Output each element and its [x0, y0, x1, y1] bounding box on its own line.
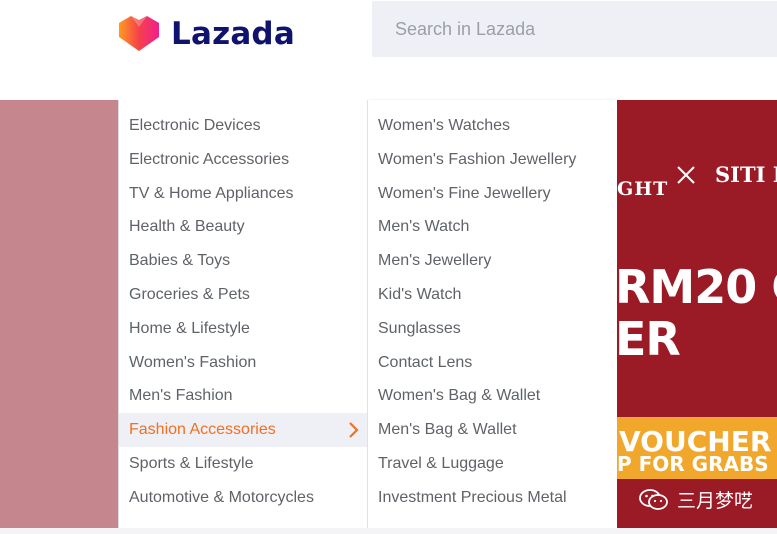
page-divider — [0, 528, 777, 534]
category-label: Automotive & Motorcycles — [129, 488, 314, 506]
search-box[interactable] — [372, 1, 777, 57]
site-header: Lazada — [0, 0, 777, 100]
category-label: Women's Fashion — [129, 353, 257, 371]
promo-banner[interactable]: GHT SITI K RM20 C ER VOUCHER P FOR GRABS… — [617, 100, 777, 528]
subcategory-label: Women's Bag & Wallet — [378, 387, 541, 405]
wechat-icon — [639, 488, 668, 510]
subcategory-item[interactable]: Sunglasses — [368, 312, 618, 346]
category-label: Electronic Accessories — [129, 150, 290, 168]
category-item[interactable]: Men's Fashion — [119, 379, 367, 413]
subcategory-menu: Women's Watches Women's Fashion Jewellery… — [368, 100, 618, 528]
category-label: Men's Fashion — [129, 387, 233, 405]
subcategory-label: Men's Bag & Wallet — [378, 421, 517, 439]
subcategory-label: Investment Precious Metal — [378, 488, 567, 506]
subcategory-item[interactable]: Men's Watch — [368, 210, 618, 244]
category-label: Health & Beauty — [129, 218, 245, 236]
subcategory-item[interactable]: Men's Jewellery — [368, 244, 618, 278]
subcategory-label: Women's Fashion Jewellery — [378, 150, 577, 168]
category-list: Electronic Devices Electronic Accessories… — [119, 100, 367, 515]
category-item[interactable]: Women's Fashion — [119, 346, 367, 380]
banner-text-1: GHT — [617, 178, 669, 200]
subcategory-item[interactable]: Women's Bag & Wallet — [368, 379, 618, 413]
subcategory-list: Women's Watches Women's Fashion Jewellery… — [368, 100, 618, 515]
subcategory-label: Sunglasses — [378, 319, 461, 337]
category-item[interactable]: Groceries & Pets — [119, 278, 367, 312]
category-item[interactable]: Electronic Accessories — [119, 143, 367, 177]
subcategory-label: Contact Lens — [378, 353, 473, 371]
subcategory-item[interactable]: Men's Bag & Wallet — [368, 413, 618, 447]
subcategory-item[interactable]: Women's Fine Jewellery — [368, 177, 618, 211]
banner-text-2: SITI K — [715, 162, 777, 187]
lazada-logo[interactable]: Lazada — [117, 15, 295, 53]
subcategory-label: Women's Watches — [378, 117, 510, 134]
subcategory-item[interactable]: Women's Fashion Jewellery — [368, 143, 618, 177]
subcategory-label: Kid's Watch — [378, 285, 462, 303]
watermark: 三月梦呓 — [639, 486, 753, 513]
left-banner-strip — [0, 100, 118, 528]
category-label: Sports & Lifestyle — [129, 454, 254, 472]
category-item[interactable]: TV & Home Appliances — [119, 177, 367, 211]
search-input[interactable] — [372, 1, 777, 57]
banner-text-4: ER — [617, 312, 681, 366]
category-item[interactable]: Electronic Devices — [119, 109, 367, 143]
category-label: Home & Lifestyle — [129, 319, 250, 337]
subcategory-item[interactable]: Kid's Watch — [368, 278, 618, 312]
category-menu: Electronic Devices Electronic Accessories… — [118, 100, 368, 528]
cross-icon — [677, 166, 695, 184]
category-item[interactable]: Health & Beauty — [119, 210, 367, 244]
category-label: Fashion Accessories — [129, 421, 276, 439]
subcategory-label: Men's Watch — [378, 218, 470, 236]
category-item[interactable]: Babies & Toys — [119, 244, 367, 278]
category-item[interactable]: Sports & Lifestyle — [119, 447, 367, 481]
category-item[interactable]: Fashion Accessories — [119, 413, 367, 447]
category-item[interactable]: Home & Lifestyle — [119, 312, 367, 346]
category-label: Groceries & Pets — [129, 285, 250, 303]
subcategory-item[interactable]: Investment Precious Metal — [368, 481, 618, 515]
category-label: Babies & Toys — [129, 252, 231, 270]
banner-text-3: RM20 C — [617, 260, 777, 314]
lazada-heart-icon — [119, 16, 159, 51]
subcategory-item[interactable]: Women's Watches — [368, 109, 618, 143]
chevron-right-icon — [347, 413, 359, 447]
subcategory-label: Travel & Luggage — [378, 454, 504, 472]
subcategory-label: Women's Fine Jewellery — [378, 184, 551, 202]
logo-text: Lazada — [171, 16, 295, 52]
subcategory-item[interactable]: Contact Lens — [368, 346, 618, 380]
category-label: TV & Home Appliances — [129, 184, 294, 202]
category-item[interactable]: Automotive & Motorcycles — [119, 481, 367, 515]
banner-text-6: P FOR GRABS — [617, 452, 769, 476]
subcategory-label: Men's Jewellery — [378, 252, 492, 270]
watermark-text: 三月梦呓 — [677, 490, 754, 512]
category-label: Electronic Devices — [129, 117, 261, 134]
subcategory-item[interactable]: Travel & Luggage — [368, 447, 618, 481]
